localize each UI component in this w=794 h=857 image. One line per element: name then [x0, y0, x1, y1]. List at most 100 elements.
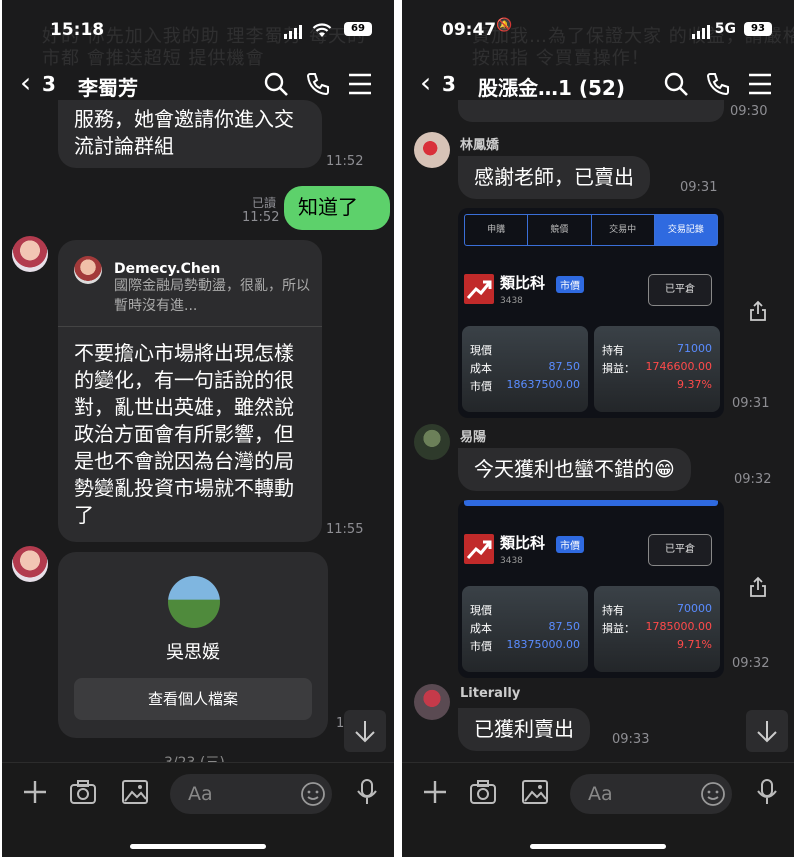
contact-card[interactable]: 吳思媛 查看個人檔案	[58, 552, 328, 738]
message-bubble[interactable]: 感謝老師，已賣出	[458, 156, 650, 199]
stock-chart-icon	[464, 274, 494, 304]
closed-position-button: 已平倉	[648, 534, 712, 566]
status-bar: 09:47 🔕 5G 93	[402, 0, 794, 58]
tab-subscribe: 申購	[465, 215, 529, 245]
stock-name: 類比科	[500, 534, 546, 552]
input-placeholder: Aa	[188, 783, 213, 805]
message-input[interactable]: Aa	[170, 774, 332, 814]
share-icon[interactable]	[748, 300, 768, 322]
view-profile-button[interactable]: 查看個人檔案	[74, 678, 312, 720]
message-time: 09:32	[732, 656, 770, 671]
profile-name: 吳思媛	[166, 642, 220, 663]
market-badge: 市價	[556, 276, 584, 293]
battery-icon: 93	[744, 22, 772, 36]
trade-record-card[interactable]: 申購 競價 交易中 交易記錄 類比科 市價 3438 已平倉 現價 成本 87.5…	[458, 208, 724, 418]
message-bubble-with-quote[interactable]: Demecy.Chen 國際金融局勢動盪，很亂，所以暫時沒有進... 不要擔心市…	[58, 240, 322, 542]
back-chevron-icon[interactable]: ‹	[20, 68, 31, 98]
tab-trade-record: 交易記錄	[654, 215, 717, 245]
chat-title: 李蜀芳	[78, 76, 138, 100]
input-placeholder: Aa	[588, 783, 613, 805]
avatar[interactable]	[12, 236, 48, 272]
arrow-down-icon	[355, 721, 375, 743]
microphone-icon[interactable]	[352, 777, 382, 807]
chat-screen-right: 貢加我…為了保證大家 的收益，請嚴格按照指 令買賣操作！ 09:47 🔕 5G …	[402, 0, 794, 857]
message-bubble[interactable]: 已獲利賣出	[458, 708, 590, 751]
message-input[interactable]: Aa	[570, 774, 732, 814]
message-time: 09:32	[734, 472, 772, 487]
back-chevron-icon[interactable]: ‹	[420, 68, 431, 98]
emoji-icon[interactable]	[300, 781, 326, 807]
sender-name: 易陽	[460, 430, 487, 445]
scroll-down-button[interactable]	[344, 710, 386, 752]
image-icon[interactable]	[120, 777, 150, 807]
stock-code: 3438	[500, 296, 523, 306]
home-indicator	[530, 844, 666, 849]
stock-chart-icon	[464, 534, 494, 564]
chat-screen-left: 好的 你先加入我的助 理李蜀芳 每天的市都 會推送超短 提供機會 15:18 6…	[2, 0, 394, 857]
message-time: 09:31	[732, 396, 770, 411]
phone-call-icon[interactable]	[704, 70, 732, 98]
message-time: 11:55	[326, 522, 364, 537]
quote-text: 國際金融局勢動盪，很亂，所以暫時沒有進...	[114, 278, 310, 314]
trade-record-card[interactable]: 類比科 市價 3438 已平倉 現價 成本 87.50 市價 18375000.00…	[458, 500, 724, 678]
profit-panel: 持有 71000 損益： 1746600.00 9.37%	[594, 326, 720, 412]
sender-name: 林鳳嬌	[460, 138, 500, 153]
profit-panel: 持有 70000 損益： 1785000.00 9.71%	[594, 586, 720, 672]
network-type: 5G	[714, 21, 736, 37]
unread-count[interactable]: 3	[442, 72, 456, 96]
tab-trading: 交易中	[592, 215, 655, 245]
trade-tabs: 申購 競價 交易中 交易記錄	[464, 214, 718, 246]
phone-call-icon[interactable]	[304, 70, 332, 98]
unread-count[interactable]: 3	[42, 72, 56, 96]
plus-icon[interactable]	[20, 777, 50, 807]
message-bubble[interactable]: 服務，她會邀請你進入交流討論群組	[58, 100, 322, 168]
plus-icon[interactable]	[420, 777, 450, 807]
search-icon[interactable]	[662, 70, 690, 98]
input-bar: Aa	[402, 762, 794, 857]
avatar[interactable]	[12, 546, 48, 582]
arrow-down-icon	[757, 721, 777, 743]
message-bubble[interactable]: 今天獲利也蠻不錯的😁	[458, 448, 691, 491]
my-message-bubble[interactable]: 知道了	[284, 186, 390, 230]
microphone-icon[interactable]	[752, 777, 782, 807]
image-icon[interactable]	[520, 777, 550, 807]
chat-title: 股漲金…1 (52)	[478, 76, 625, 100]
share-icon[interactable]	[748, 576, 768, 598]
message-time: 11:52	[326, 154, 364, 169]
emoji-icon[interactable]	[700, 781, 726, 807]
message-time: 11:52	[242, 210, 280, 225]
stock-name: 類比科	[500, 274, 546, 292]
message-text: 不要擔心市場將出現怎樣的變化，有一句話說的很對，亂世出英雄，雖然說政治方面會有所…	[74, 341, 294, 527]
cellular-signal-icon	[284, 25, 302, 39]
avatar[interactable]	[414, 684, 450, 720]
status-time: 09:47	[442, 20, 497, 40]
home-indicator	[130, 844, 266, 849]
camera-icon[interactable]	[68, 777, 98, 807]
menu-icon[interactable]	[346, 70, 374, 98]
input-bar: Aa	[2, 762, 394, 857]
search-icon[interactable]	[262, 70, 290, 98]
avatar[interactable]	[414, 132, 450, 168]
message-time: 09:30	[730, 104, 768, 119]
status-bar: 15:18 69	[2, 0, 394, 58]
price-panel: 現價 成本 87.50 市價 18637500.00	[462, 326, 588, 412]
quote-avatar	[74, 256, 102, 284]
price-panel: 現價 成本 87.50 市價 18375000.00	[462, 586, 588, 672]
scroll-down-button[interactable]	[746, 710, 788, 752]
menu-icon[interactable]	[746, 70, 774, 98]
sender-name: Literally	[460, 686, 521, 701]
wifi-icon	[312, 23, 332, 37]
cellular-signal-icon	[692, 25, 710, 39]
camera-icon[interactable]	[468, 777, 498, 807]
battery-icon: 69	[344, 22, 372, 36]
silent-mode-icon: 🔕	[496, 18, 513, 33]
read-receipt: 已讀	[252, 196, 277, 210]
message-time: 09:31	[680, 180, 718, 195]
status-time: 15:18	[50, 20, 105, 40]
closed-position-button: 已平倉	[648, 274, 712, 306]
market-badge: 市價	[556, 536, 584, 553]
message-time: 09:33	[612, 732, 650, 747]
tab-bidding: 競價	[528, 215, 592, 245]
avatar[interactable]	[414, 424, 450, 460]
previous-message-bubble	[458, 100, 724, 122]
